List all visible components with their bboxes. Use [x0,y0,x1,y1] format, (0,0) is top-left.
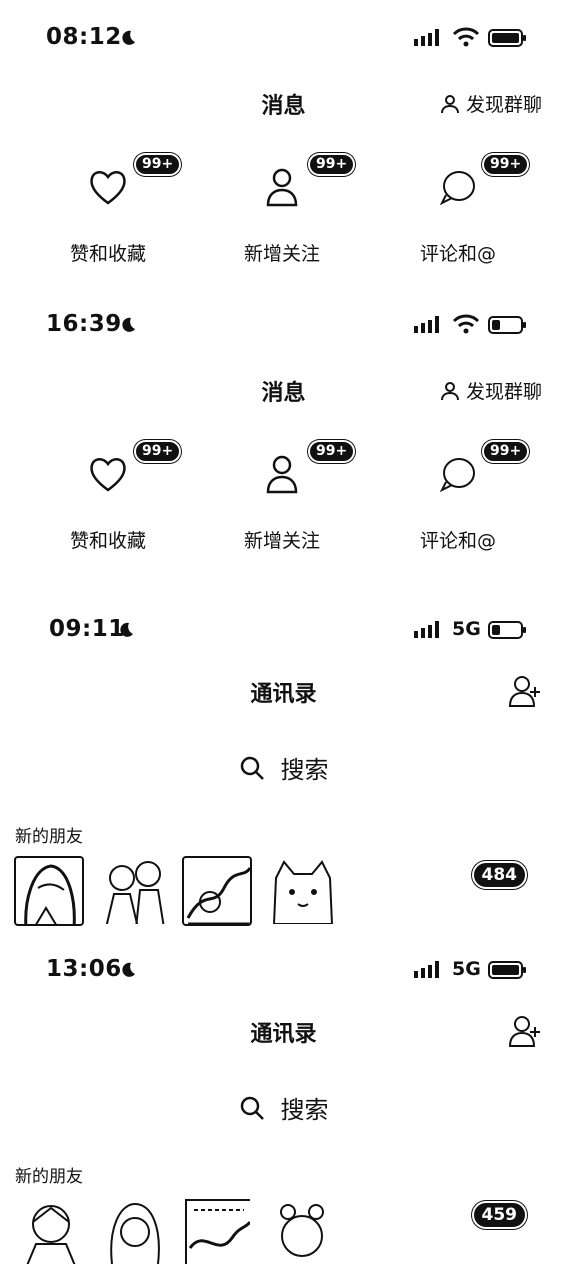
avatar[interactable] [266,856,336,926]
avatar[interactable] [98,1196,168,1266]
discover-group-chat-button[interactable]: 发现群聊 [440,377,542,404]
category-new-followers[interactable]: 99+ 新增关注 [222,440,356,553]
contacts-screen-1: 09:11 5G 通讯录 搜索 新的朋友 484 [0,598,567,933]
count-badge: 99+ [308,440,356,463]
discover-group-chat-button[interactable]: 发现群聊 [440,90,542,117]
count-badge: 99+ [482,440,530,463]
moon-icon [118,315,138,335]
category-new-followers[interactable]: 99+ 新增关注 [222,153,356,266]
heart-icon [86,165,130,209]
page-title: 通讯录 [250,682,317,707]
search-icon [239,755,265,781]
status-bar: 16:39 [0,305,567,345]
heart-icon [86,452,130,496]
bear-avatar-icon [280,1204,324,1257]
new-friends-count-badge: 459 [471,1201,527,1229]
user-icon [440,381,460,401]
messages-screen-2: 16:39 消息 发现群聊 99+ 赞和收藏 99+ 新增关注 99+ 评论和@ [0,288,567,588]
category-comments-mentions[interactable]: 99+ 评论和@ [398,440,530,553]
discover-group-chat-label: 发现群聊 [465,381,542,403]
new-friends-avatars[interactable] [14,856,336,926]
discover-group-chat-label: 发现群聊 [465,94,542,116]
battery-low-icon [488,315,528,335]
status-time: 16:39 [46,311,122,337]
category-label: 新增关注 [243,243,320,265]
avatar[interactable] [98,856,168,926]
new-friends-title: 新的朋友 [15,827,83,847]
avatar[interactable] [182,856,252,926]
contacts-screen-2: 13:06 5G 通讯录 搜索 新的朋友 459 [0,938,567,1280]
avatar[interactable] [182,1196,252,1266]
status-time: 08:12 [46,24,122,50]
search-icon [239,1095,265,1121]
status-bar: 08:12 [0,18,567,58]
category-label: 赞和收藏 [69,530,146,552]
avatar[interactable] [14,856,84,926]
user-icon [440,94,460,114]
new-friends-count-badge: 484 [471,861,527,889]
avatar[interactable] [266,1196,336,1266]
battery-icon [488,28,528,48]
anime-boy-avatar-icon [26,1205,76,1264]
chat-bubble-icon [436,165,480,209]
network-type-label: 5G [452,958,481,980]
sketch-avatar-icon [186,867,250,924]
cat-avatar-icon [272,860,334,924]
battery-icon [488,960,528,980]
category-likes-favorites[interactable]: 99+ 赞和收藏 [48,440,182,553]
status-bar: 09:11 5G [0,610,567,650]
avatar[interactable] [14,1196,84,1266]
anime-girl-avatar-icon [110,1202,160,1264]
cellular-signal-icon [414,960,444,978]
new-friends-title: 新的朋友 [15,1167,83,1187]
cellular-signal-icon [414,620,444,638]
search-placeholder: 搜索 [280,756,329,784]
search-bar[interactable]: 搜索 [0,750,567,785]
add-friend-icon[interactable] [507,673,543,709]
status-time: 13:06 [46,956,122,982]
count-badge: 99+ [308,153,356,176]
search-placeholder: 搜索 [280,1096,329,1124]
moon-icon [116,620,136,640]
network-type-label: 5G [452,618,481,640]
anime-couple-avatar-icon [105,861,165,924]
page-title: 通讯录 [250,1022,317,1047]
anime-girl-avatar-icon [24,864,76,924]
cellular-signal-icon [414,315,444,333]
status-bar: 13:06 5G [0,950,567,990]
add-friend-icon[interactable] [507,1013,543,1049]
person-icon [260,165,304,209]
moon-icon [118,28,138,48]
wifi-icon [452,26,480,48]
category-label: 新增关注 [243,530,320,552]
chat-bubble-icon [436,452,480,496]
battery-icon [488,620,528,640]
search-bar[interactable]: 搜索 [0,1090,567,1125]
category-label: 评论和@ [419,243,496,265]
cellular-signal-icon [414,28,444,46]
count-badge: 99+ [482,153,530,176]
category-label: 评论和@ [419,530,496,552]
moon-icon [118,960,138,980]
sketch-avatar-icon [185,1199,250,1264]
new-friends-avatars[interactable] [14,1196,336,1266]
wifi-icon [452,313,480,335]
count-badge: 99+ [134,153,182,176]
count-badge: 99+ [134,440,182,463]
person-icon [260,452,304,496]
status-time: 09:11 [49,616,125,642]
category-likes-favorites[interactable]: 99+ 赞和收藏 [48,153,182,266]
messages-screen-1: 08:12 消息 发现群聊 99+ 赞和收藏 99+ 新增关注 99+ 评论和@ [0,0,567,288]
category-comments-mentions[interactable]: 99+ 评论和@ [398,153,530,266]
category-label: 赞和收藏 [69,243,146,265]
